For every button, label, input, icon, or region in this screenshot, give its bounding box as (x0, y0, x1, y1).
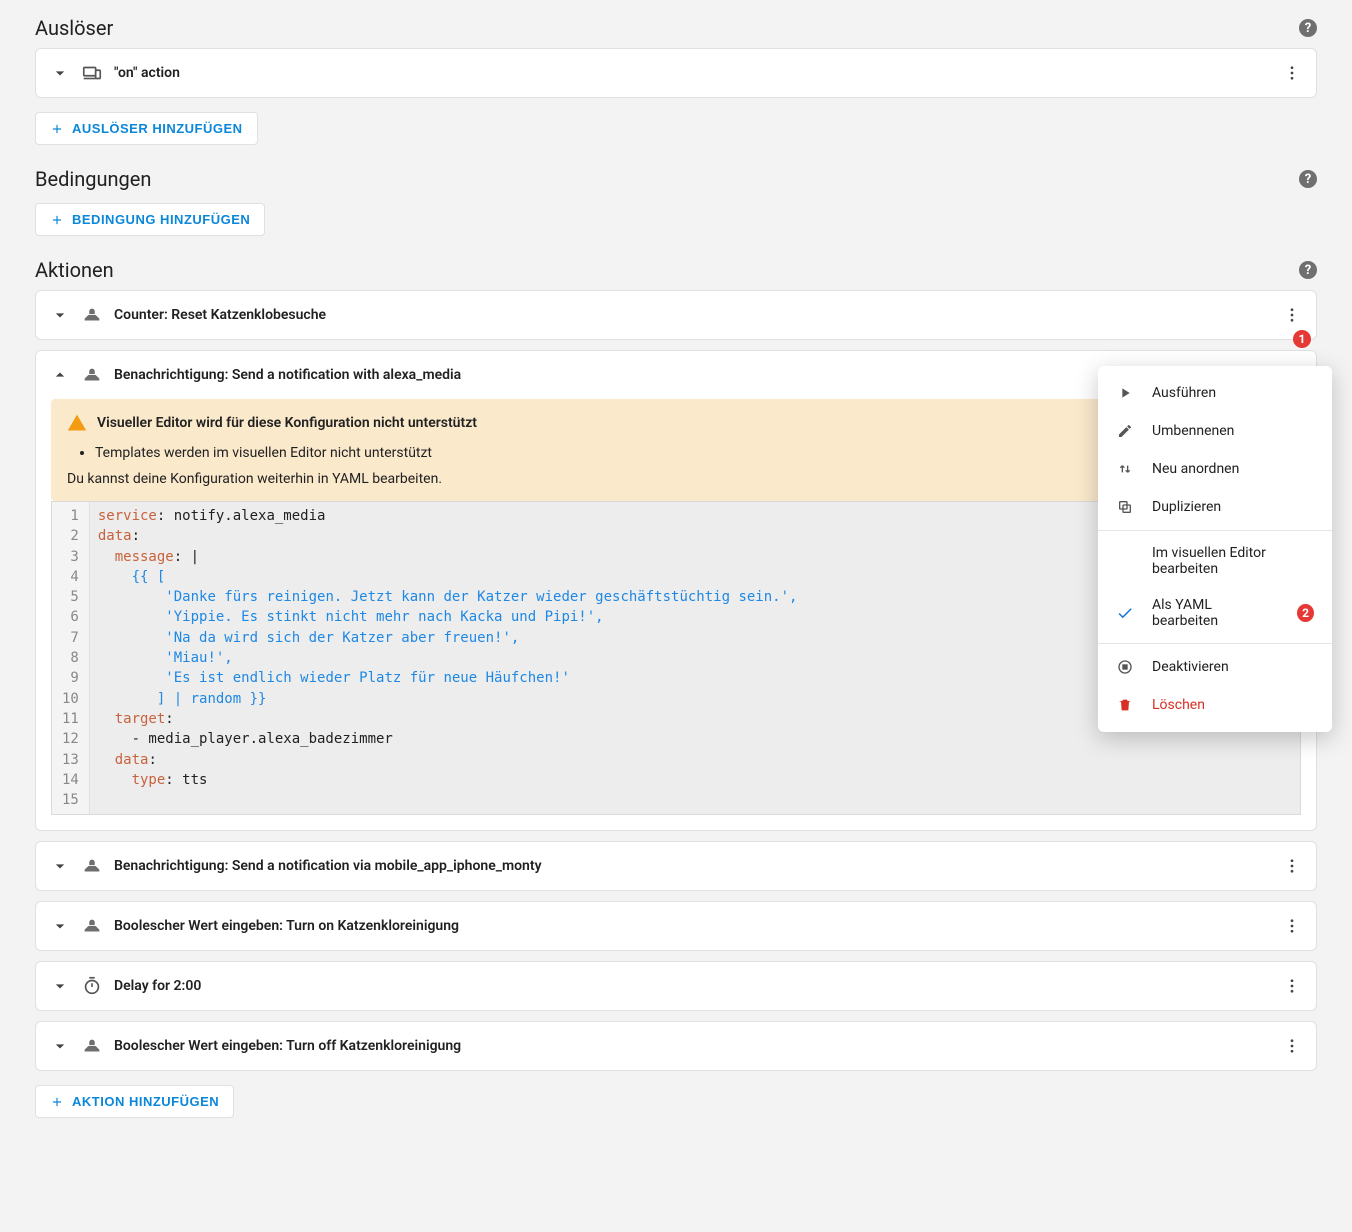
help-icon[interactable]: ? (1299, 261, 1317, 279)
menu-rename[interactable]: Umbennenen (1098, 412, 1332, 450)
add-trigger-button[interactable]: Auslöser hinzufügen (35, 112, 258, 145)
add-condition-button[interactable]: Bedingung hinzufügen (35, 203, 265, 236)
menu-delete-label: Löschen (1152, 697, 1205, 713)
more-icon[interactable] (1280, 1034, 1304, 1058)
menu-separator (1098, 643, 1332, 644)
service-icon (80, 363, 104, 387)
section-triggers-header: Auslöser ? (35, 0, 1317, 48)
trash-icon (1116, 696, 1134, 714)
timer-icon (80, 974, 104, 998)
add-trigger-label: Auslöser hinzufügen (72, 121, 243, 136)
menu-rename-label: Umbennenen (1152, 423, 1234, 439)
section-conditions-header: Bedingungen ? (35, 151, 1317, 199)
more-icon[interactable] (1280, 974, 1304, 998)
trigger-card: "on" action (35, 48, 1317, 98)
menu-edit-visual[interactable]: Im visuellen Editor bearbeiten (1098, 535, 1332, 587)
menu-reorder-label: Neu anordnen (1152, 461, 1239, 477)
menu-edit-yaml[interactable]: Als YAML bearbeiten 2 (1098, 587, 1332, 639)
menu-duplicate-label: Duplizieren (1152, 499, 1221, 515)
warning-title: Visueller Editor wird für diese Konfigur… (97, 415, 477, 431)
service-icon (80, 914, 104, 938)
menu-disable-label: Deaktivieren (1152, 659, 1229, 675)
section-triggers-title: Auslöser (35, 16, 113, 40)
chevron-down-icon[interactable] (48, 303, 72, 327)
more-icon[interactable] (1280, 303, 1304, 327)
add-action-button[interactable]: Aktion hinzufügen (35, 1085, 234, 1118)
action-label: Boolescher Wert eingeben: Turn off Katze… (114, 1038, 1280, 1054)
stop-icon (1116, 658, 1134, 676)
menu-run[interactable]: Ausführen (1098, 374, 1332, 412)
menu-reorder[interactable]: Neu anordnen (1098, 450, 1332, 488)
action-label: Boolescher Wert eingeben: Turn on Katzen… (114, 918, 1280, 934)
more-icon[interactable] (1280, 61, 1304, 85)
action-card: Benachrichtigung: Send a notification vi… (35, 841, 1317, 891)
duplicate-icon (1116, 498, 1134, 516)
more-icon[interactable] (1280, 914, 1304, 938)
menu-edit-visual-label: Im visuellen Editor bearbeiten (1152, 545, 1314, 577)
service-icon (80, 1034, 104, 1058)
add-action-label: Aktion hinzufügen (72, 1094, 219, 1109)
action-label: Delay for 2:00 (114, 978, 1280, 994)
chevron-down-icon[interactable] (48, 854, 72, 878)
pencil-icon (1116, 422, 1134, 440)
section-actions-title: Aktionen (35, 258, 114, 282)
chevron-down-icon[interactable] (48, 1034, 72, 1058)
check-icon (1116, 604, 1134, 622)
action-card: Boolescher Wert eingeben: Turn off Katze… (35, 1021, 1317, 1071)
error-badge: 1 (1293, 330, 1311, 348)
reorder-icon (1116, 460, 1134, 478)
section-actions-header: Aktionen ? (35, 242, 1317, 290)
chevron-down-icon[interactable] (48, 974, 72, 998)
help-icon[interactable]: ? (1299, 19, 1317, 37)
menu-run-label: Ausführen (1152, 385, 1216, 401)
device-trigger-icon (80, 61, 104, 85)
menu-edit-yaml-label: Als YAML bearbeiten (1152, 597, 1273, 629)
section-conditions-title: Bedingungen (35, 167, 151, 191)
more-icon[interactable] (1280, 854, 1304, 878)
menu-separator (1098, 530, 1332, 531)
action-card: Delay for 2:00 (35, 961, 1317, 1011)
help-icon[interactable]: ? (1299, 170, 1317, 188)
action-label: Benachrichtigung: Send a notification vi… (114, 858, 1280, 874)
action-card: Boolescher Wert eingeben: Turn on Katzen… (35, 901, 1317, 951)
warning-icon (67, 413, 87, 433)
menu-yaml-badge: 2 (1297, 604, 1314, 622)
action-label: Counter: Reset Katzenklobesuche (114, 307, 1280, 323)
context-menu: Ausführen Umbennenen Neu anordnen Dupliz… (1098, 366, 1332, 732)
trigger-label: "on" action (114, 65, 1280, 81)
chevron-down-icon[interactable] (48, 914, 72, 938)
chevron-up-icon[interactable] (48, 363, 72, 387)
menu-disable[interactable]: Deaktivieren (1098, 648, 1332, 686)
chevron-down-icon[interactable] (48, 61, 72, 85)
action-card: Counter: Reset Katzenklobesuche (35, 290, 1317, 340)
add-condition-label: Bedingung hinzufügen (72, 212, 250, 227)
menu-delete[interactable]: Löschen (1098, 686, 1332, 724)
service-icon (80, 854, 104, 878)
service-icon (80, 303, 104, 327)
play-icon (1116, 384, 1134, 402)
menu-duplicate[interactable]: Duplizieren (1098, 488, 1332, 526)
